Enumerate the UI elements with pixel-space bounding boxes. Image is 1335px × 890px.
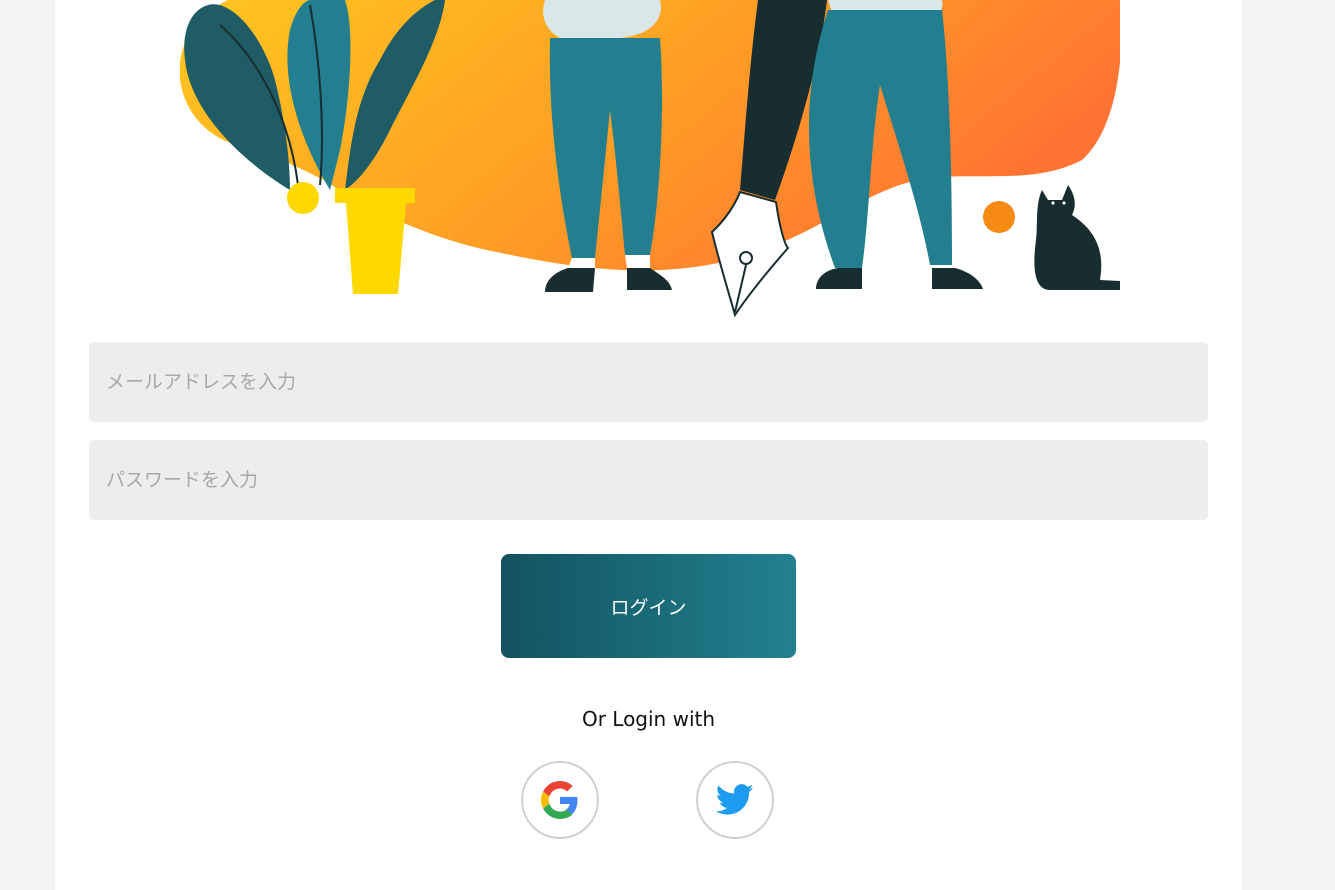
hero-illustration-svg (180, 0, 1120, 318)
orange-dot (983, 201, 1015, 233)
password-input[interactable] (89, 440, 1208, 520)
google-login-button[interactable] (521, 761, 599, 839)
twitter-icon (716, 784, 754, 815)
yellow-dot (287, 182, 319, 214)
email-input[interactable] (89, 342, 1208, 422)
plant-pot (335, 188, 415, 294)
login-button[interactable]: ログイン (501, 554, 796, 658)
login-card: ログイン Or Login with (55, 0, 1242, 890)
social-login-heading: Or Login with (581, 707, 716, 731)
cat-silhouette (1034, 185, 1120, 290)
google-icon (541, 781, 578, 819)
twitter-login-button[interactable] (696, 761, 774, 839)
hero-illustration (180, 0, 1120, 320)
